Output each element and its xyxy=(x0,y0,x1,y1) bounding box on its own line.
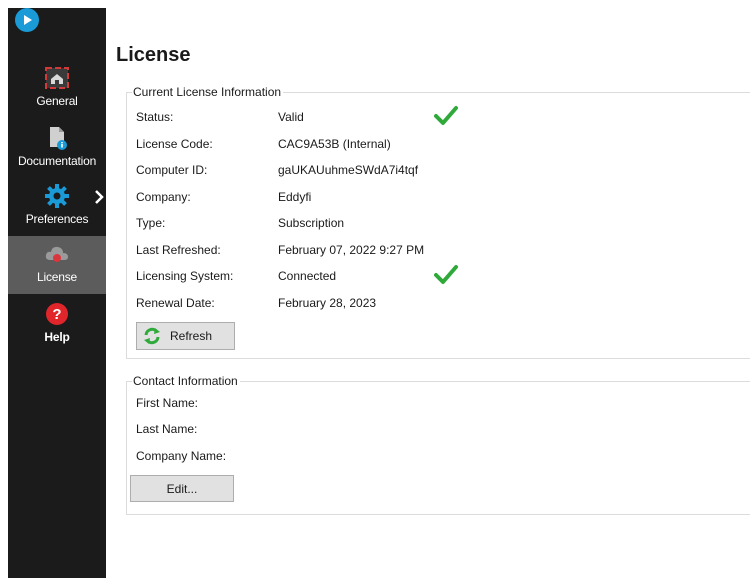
sidebar-item-general[interactable]: General xyxy=(8,60,106,118)
group-legend: Current License Information xyxy=(132,85,284,99)
last-refreshed-value: February 07, 2022 9:27 PM xyxy=(278,243,425,257)
contact-info-group: Contact Information First Name: Last Nam… xyxy=(126,374,750,515)
page-title: License xyxy=(116,44,191,66)
status-value: Valid xyxy=(278,110,304,124)
renewal-date-label: Renewal Date: xyxy=(136,296,215,310)
first-name-label: First Name: xyxy=(136,396,199,410)
sidebar-item-label: Help xyxy=(44,330,70,344)
computer-id-label: Computer ID: xyxy=(136,163,208,177)
document-icon xyxy=(43,124,71,152)
refresh-button-label: Refresh xyxy=(170,329,213,343)
sidebar-item-documentation[interactable]: Documentation xyxy=(8,120,106,178)
sidebar-item-label: License xyxy=(37,270,77,284)
license-code-value: CAC9A53B (Internal) xyxy=(278,137,391,151)
company-name-label: Company Name: xyxy=(136,449,227,463)
type-label: Type: xyxy=(136,216,166,230)
computer-id-value: gaUKAUuhmeSWdA7i4tqf xyxy=(278,163,419,177)
last-name-label: Last Name: xyxy=(136,422,198,436)
renewal-date-value: February 28, 2023 xyxy=(278,296,377,310)
sidebar-item-label: Documentation xyxy=(17,154,97,168)
gear-icon xyxy=(43,182,71,210)
company-value: Eddyfi xyxy=(278,190,312,204)
home-icon xyxy=(43,64,71,92)
sidebar-item-preferences[interactable]: Preferences xyxy=(8,178,106,236)
edit-button[interactable]: Edit... xyxy=(130,475,234,502)
checkmark-icon xyxy=(433,264,459,291)
sidebar: General Documentation Preferences Licens… xyxy=(8,8,106,578)
checkmark-icon xyxy=(433,105,459,132)
refresh-button[interactable]: Refresh xyxy=(136,322,235,350)
license-code-label: License Code: xyxy=(136,137,213,151)
svg-text:?: ? xyxy=(52,306,61,323)
group-legend: Contact Information xyxy=(132,374,240,388)
sidebar-item-license[interactable]: License xyxy=(8,236,106,294)
status-label: Status: xyxy=(136,110,174,124)
type-value: Subscription xyxy=(278,216,345,230)
play-logo-icon[interactable] xyxy=(15,8,39,32)
licensing-system-value: Connected xyxy=(278,269,337,283)
sidebar-item-label: General xyxy=(36,94,78,108)
sidebar-item-help[interactable]: ? Help xyxy=(8,296,106,354)
refresh-icon xyxy=(142,326,162,346)
cloud-license-icon xyxy=(43,240,71,268)
license-info-group: Current License Information Status: Vali… xyxy=(126,85,750,359)
window-edge xyxy=(0,0,8,578)
company-label: Company: xyxy=(136,190,191,204)
licensing-system-label: Licensing System: xyxy=(136,269,234,283)
chevron-right-icon xyxy=(94,189,104,208)
sidebar-item-label: Preferences xyxy=(25,212,89,226)
last-refreshed-label: Last Refreshed: xyxy=(136,243,221,257)
help-icon: ? xyxy=(43,300,71,328)
